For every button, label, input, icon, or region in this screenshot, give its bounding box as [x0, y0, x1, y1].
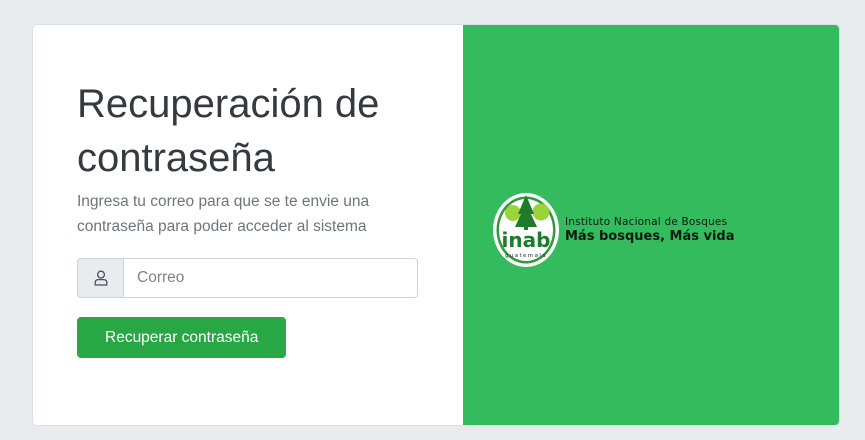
form-instructions: Ingresa tu correo para que se te envie u…	[77, 193, 370, 235]
page: Recuperación de contraseña Ingresa tu co…	[0, 0, 865, 440]
email-field[interactable]	[123, 258, 418, 298]
form-panel: Recuperación de contraseña Ingresa tu co…	[33, 25, 463, 425]
org-tagline: Más bosques, Más vida	[565, 229, 735, 244]
recover-password-button[interactable]: Recuperar contraseña	[77, 317, 287, 358]
recovery-card: Recuperación de contraseña Ingresa tu co…	[32, 24, 840, 426]
svg-text:inab: inab	[502, 228, 551, 252]
inab-logo-emblem: inab guatemala	[493, 193, 559, 267]
svg-text:guatemala: guatemala	[505, 253, 547, 259]
logo-text: Instituto Nacional de Bosques Más bosque…	[565, 216, 735, 244]
brand-panel: inab guatemala Instituto Nacional de Bos…	[463, 25, 839, 425]
page-title: Recuperación de contraseña	[77, 82, 380, 180]
inab-logo: inab guatemala Instituto Nacional de Bos…	[491, 191, 735, 269]
org-name: Instituto Nacional de Bosques	[565, 216, 728, 228]
email-input-group	[77, 258, 418, 298]
user-icon	[77, 258, 123, 298]
